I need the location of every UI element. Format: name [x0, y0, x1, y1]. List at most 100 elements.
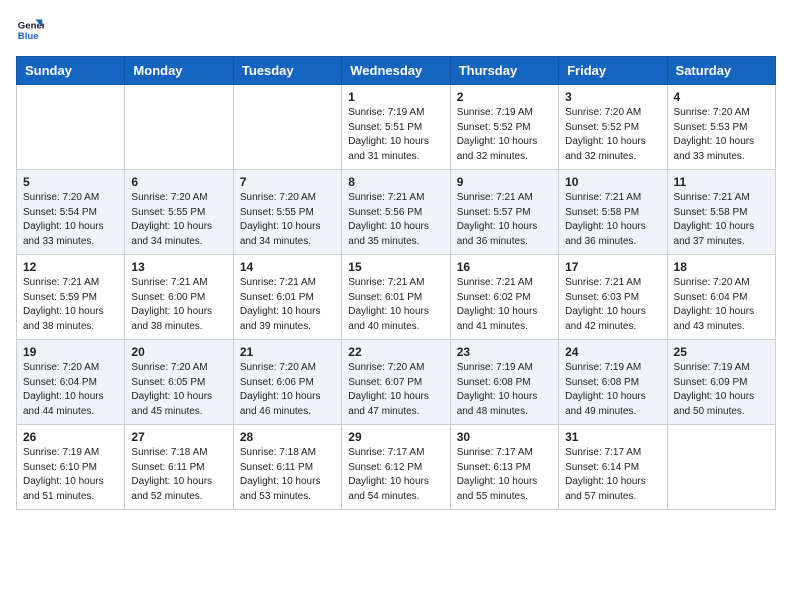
column-header-tuesday: Tuesday [233, 57, 341, 85]
day-number: 6 [131, 175, 226, 189]
day-number: 10 [565, 175, 660, 189]
calendar-cell: 19 Sunrise: 7:20 AM Sunset: 6:04 PM Dayli… [17, 340, 125, 425]
day-info: Sunrise: 7:20 AM Sunset: 5:55 PM Dayligh… [131, 191, 226, 249]
calendar-cell [17, 85, 125, 170]
day-info: Sunrise: 7:17 AM Sunset: 6:14 PM Dayligh… [565, 446, 660, 504]
day-info: Sunrise: 7:20 AM Sunset: 6:04 PM Dayligh… [23, 361, 118, 419]
day-info: Sunrise: 7:19 AM Sunset: 6:09 PM Dayligh… [674, 361, 769, 419]
calendar-week-3: 12 Sunrise: 7:21 AM Sunset: 5:59 PM Dayli… [17, 255, 776, 340]
day-number: 23 [457, 345, 552, 359]
day-number: 30 [457, 430, 552, 444]
day-info: Sunrise: 7:20 AM Sunset: 6:06 PM Dayligh… [240, 361, 335, 419]
day-number: 20 [131, 345, 226, 359]
calendar-cell: 6 Sunrise: 7:20 AM Sunset: 5:55 PM Daylig… [125, 170, 233, 255]
day-info: Sunrise: 7:21 AM Sunset: 5:59 PM Dayligh… [23, 276, 118, 334]
day-number: 26 [23, 430, 118, 444]
day-info: Sunrise: 7:21 AM Sunset: 6:02 PM Dayligh… [457, 276, 552, 334]
column-header-wednesday: Wednesday [342, 57, 450, 85]
day-number: 8 [348, 175, 443, 189]
day-number: 3 [565, 90, 660, 104]
page-header: General Blue [16, 16, 776, 44]
day-info: Sunrise: 7:20 AM Sunset: 5:52 PM Dayligh… [565, 106, 660, 164]
day-info: Sunrise: 7:18 AM Sunset: 6:11 PM Dayligh… [131, 446, 226, 504]
column-header-saturday: Saturday [667, 57, 775, 85]
day-info: Sunrise: 7:21 AM Sunset: 5:58 PM Dayligh… [674, 191, 769, 249]
day-info: Sunrise: 7:21 AM Sunset: 6:01 PM Dayligh… [348, 276, 443, 334]
calendar-week-1: 1 Sunrise: 7:19 AM Sunset: 5:51 PM Daylig… [17, 85, 776, 170]
day-info: Sunrise: 7:21 AM Sunset: 5:56 PM Dayligh… [348, 191, 443, 249]
calendar-cell: 27 Sunrise: 7:18 AM Sunset: 6:11 PM Dayli… [125, 425, 233, 510]
day-info: Sunrise: 7:17 AM Sunset: 6:13 PM Dayligh… [457, 446, 552, 504]
day-number: 11 [674, 175, 769, 189]
day-number: 21 [240, 345, 335, 359]
calendar-cell: 13 Sunrise: 7:21 AM Sunset: 6:00 PM Dayli… [125, 255, 233, 340]
logo: General Blue [16, 16, 48, 44]
calendar-cell: 8 Sunrise: 7:21 AM Sunset: 5:56 PM Daylig… [342, 170, 450, 255]
column-header-sunday: Sunday [17, 57, 125, 85]
calendar-cell: 7Sunrise: 7:20 AM Sunset: 5:55 PM Daylig… [233, 170, 341, 255]
day-info: Sunrise: 7:21 AM Sunset: 5:58 PM Dayligh… [565, 191, 660, 249]
day-number: 1 [348, 90, 443, 104]
calendar-cell: 30 Sunrise: 7:17 AM Sunset: 6:13 PM Dayli… [450, 425, 558, 510]
calendar-week-4: 19 Sunrise: 7:20 AM Sunset: 6:04 PM Dayli… [17, 340, 776, 425]
calendar-cell: 15Sunrise: 7:21 AM Sunset: 6:01 PM Dayli… [342, 255, 450, 340]
calendar-cell: 14 Sunrise: 7:21 AM Sunset: 6:01 PM Dayli… [233, 255, 341, 340]
day-info: Sunrise: 7:21 AM Sunset: 6:00 PM Dayligh… [131, 276, 226, 334]
calendar-cell: 5Sunrise: 7:20 AM Sunset: 5:54 PM Daylig… [17, 170, 125, 255]
calendar-cell: 16Sunrise: 7:21 AM Sunset: 6:02 PM Dayli… [450, 255, 558, 340]
calendar-cell [125, 85, 233, 170]
day-info: Sunrise: 7:19 AM Sunset: 6:08 PM Dayligh… [565, 361, 660, 419]
calendar-cell: 22 Sunrise: 7:20 AM Sunset: 6:07 PM Dayli… [342, 340, 450, 425]
day-info: Sunrise: 7:21 AM Sunset: 5:57 PM Dayligh… [457, 191, 552, 249]
calendar-cell: 2 Sunrise: 7:19 AM Sunset: 5:52 PM Daylig… [450, 85, 558, 170]
calendar-table: SundayMondayTuesdayWednesdayThursdayFrid… [16, 56, 776, 510]
day-number: 25 [674, 345, 769, 359]
calendar-cell: 29Sunrise: 7:17 AM Sunset: 6:12 PM Dayli… [342, 425, 450, 510]
day-number: 28 [240, 430, 335, 444]
calendar-cell: 31Sunrise: 7:17 AM Sunset: 6:14 PM Dayli… [559, 425, 667, 510]
day-info: Sunrise: 7:19 AM Sunset: 5:51 PM Dayligh… [348, 106, 443, 164]
day-number: 19 [23, 345, 118, 359]
calendar-header-row: SundayMondayTuesdayWednesdayThursdayFrid… [17, 57, 776, 85]
day-number: 27 [131, 430, 226, 444]
svg-text:Blue: Blue [18, 31, 39, 42]
column-header-monday: Monday [125, 57, 233, 85]
day-number: 17 [565, 260, 660, 274]
day-number: 14 [240, 260, 335, 274]
calendar-cell: 9Sunrise: 7:21 AM Sunset: 5:57 PM Daylig… [450, 170, 558, 255]
day-info: Sunrise: 7:20 AM Sunset: 6:04 PM Dayligh… [674, 276, 769, 334]
calendar-cell [667, 425, 775, 510]
day-number: 24 [565, 345, 660, 359]
day-number: 4 [674, 90, 769, 104]
calendar-week-5: 26 Sunrise: 7:19 AM Sunset: 6:10 PM Dayli… [17, 425, 776, 510]
calendar-cell: 26 Sunrise: 7:19 AM Sunset: 6:10 PM Dayli… [17, 425, 125, 510]
day-info: Sunrise: 7:20 AM Sunset: 5:55 PM Dayligh… [240, 191, 335, 249]
day-info: Sunrise: 7:19 AM Sunset: 6:10 PM Dayligh… [23, 446, 118, 504]
calendar-cell: 20 Sunrise: 7:20 AM Sunset: 6:05 PM Dayli… [125, 340, 233, 425]
day-number: 29 [348, 430, 443, 444]
day-number: 22 [348, 345, 443, 359]
calendar-cell: 25 Sunrise: 7:19 AM Sunset: 6:09 PM Dayli… [667, 340, 775, 425]
calendar-cell: 18Sunrise: 7:20 AM Sunset: 6:04 PM Dayli… [667, 255, 775, 340]
day-info: Sunrise: 7:18 AM Sunset: 6:11 PM Dayligh… [240, 446, 335, 504]
calendar-cell: 12 Sunrise: 7:21 AM Sunset: 5:59 PM Dayli… [17, 255, 125, 340]
calendar-cell: 3 Sunrise: 7:20 AM Sunset: 5:52 PM Daylig… [559, 85, 667, 170]
day-number: 12 [23, 260, 118, 274]
day-number: 2 [457, 90, 552, 104]
calendar-cell: 23 Sunrise: 7:19 AM Sunset: 6:08 PM Dayli… [450, 340, 558, 425]
day-info: Sunrise: 7:21 AM Sunset: 6:01 PM Dayligh… [240, 276, 335, 334]
day-info: Sunrise: 7:20 AM Sunset: 6:07 PM Dayligh… [348, 361, 443, 419]
column-header-friday: Friday [559, 57, 667, 85]
calendar-cell: 28 Sunrise: 7:18 AM Sunset: 6:11 PM Dayli… [233, 425, 341, 510]
day-number: 5 [23, 175, 118, 189]
day-info: Sunrise: 7:20 AM Sunset: 6:05 PM Dayligh… [131, 361, 226, 419]
calendar-cell: 24 Sunrise: 7:19 AM Sunset: 6:08 PM Dayli… [559, 340, 667, 425]
day-info: Sunrise: 7:20 AM Sunset: 5:53 PM Dayligh… [674, 106, 769, 164]
logo-icon: General Blue [16, 16, 44, 44]
calendar-cell: 21 Sunrise: 7:20 AM Sunset: 6:06 PM Dayli… [233, 340, 341, 425]
calendar-cell: 11 Sunrise: 7:21 AM Sunset: 5:58 PM Dayli… [667, 170, 775, 255]
day-info: Sunrise: 7:19 AM Sunset: 5:52 PM Dayligh… [457, 106, 552, 164]
calendar-week-2: 5Sunrise: 7:20 AM Sunset: 5:54 PM Daylig… [17, 170, 776, 255]
day-number: 13 [131, 260, 226, 274]
day-info: Sunrise: 7:19 AM Sunset: 6:08 PM Dayligh… [457, 361, 552, 419]
